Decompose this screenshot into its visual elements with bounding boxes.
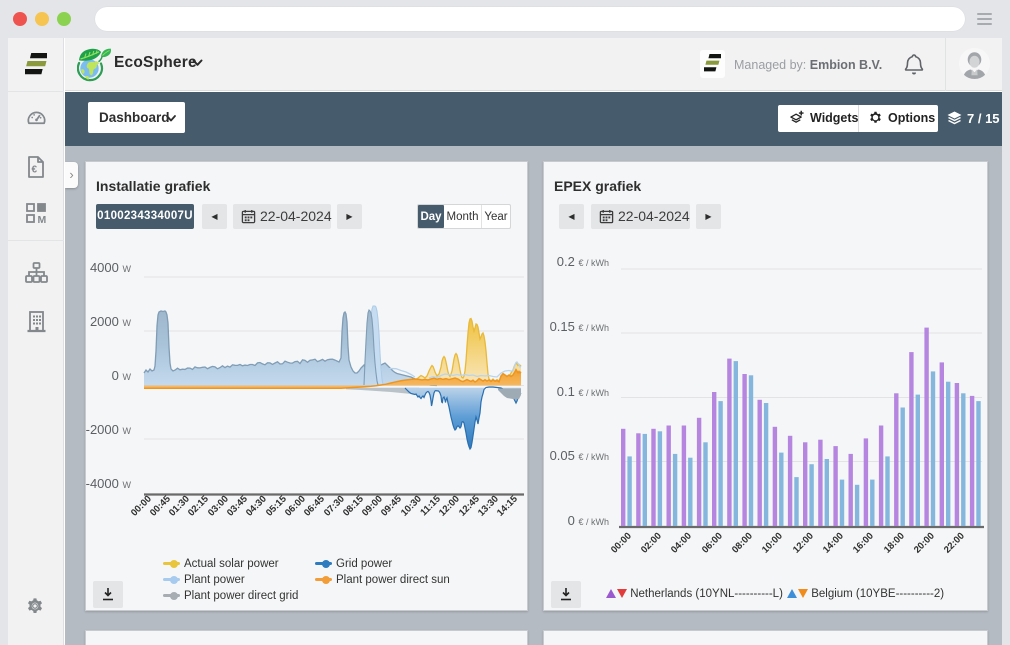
svg-text:M: M [38, 214, 47, 224]
svg-text:€: € [32, 165, 38, 176]
